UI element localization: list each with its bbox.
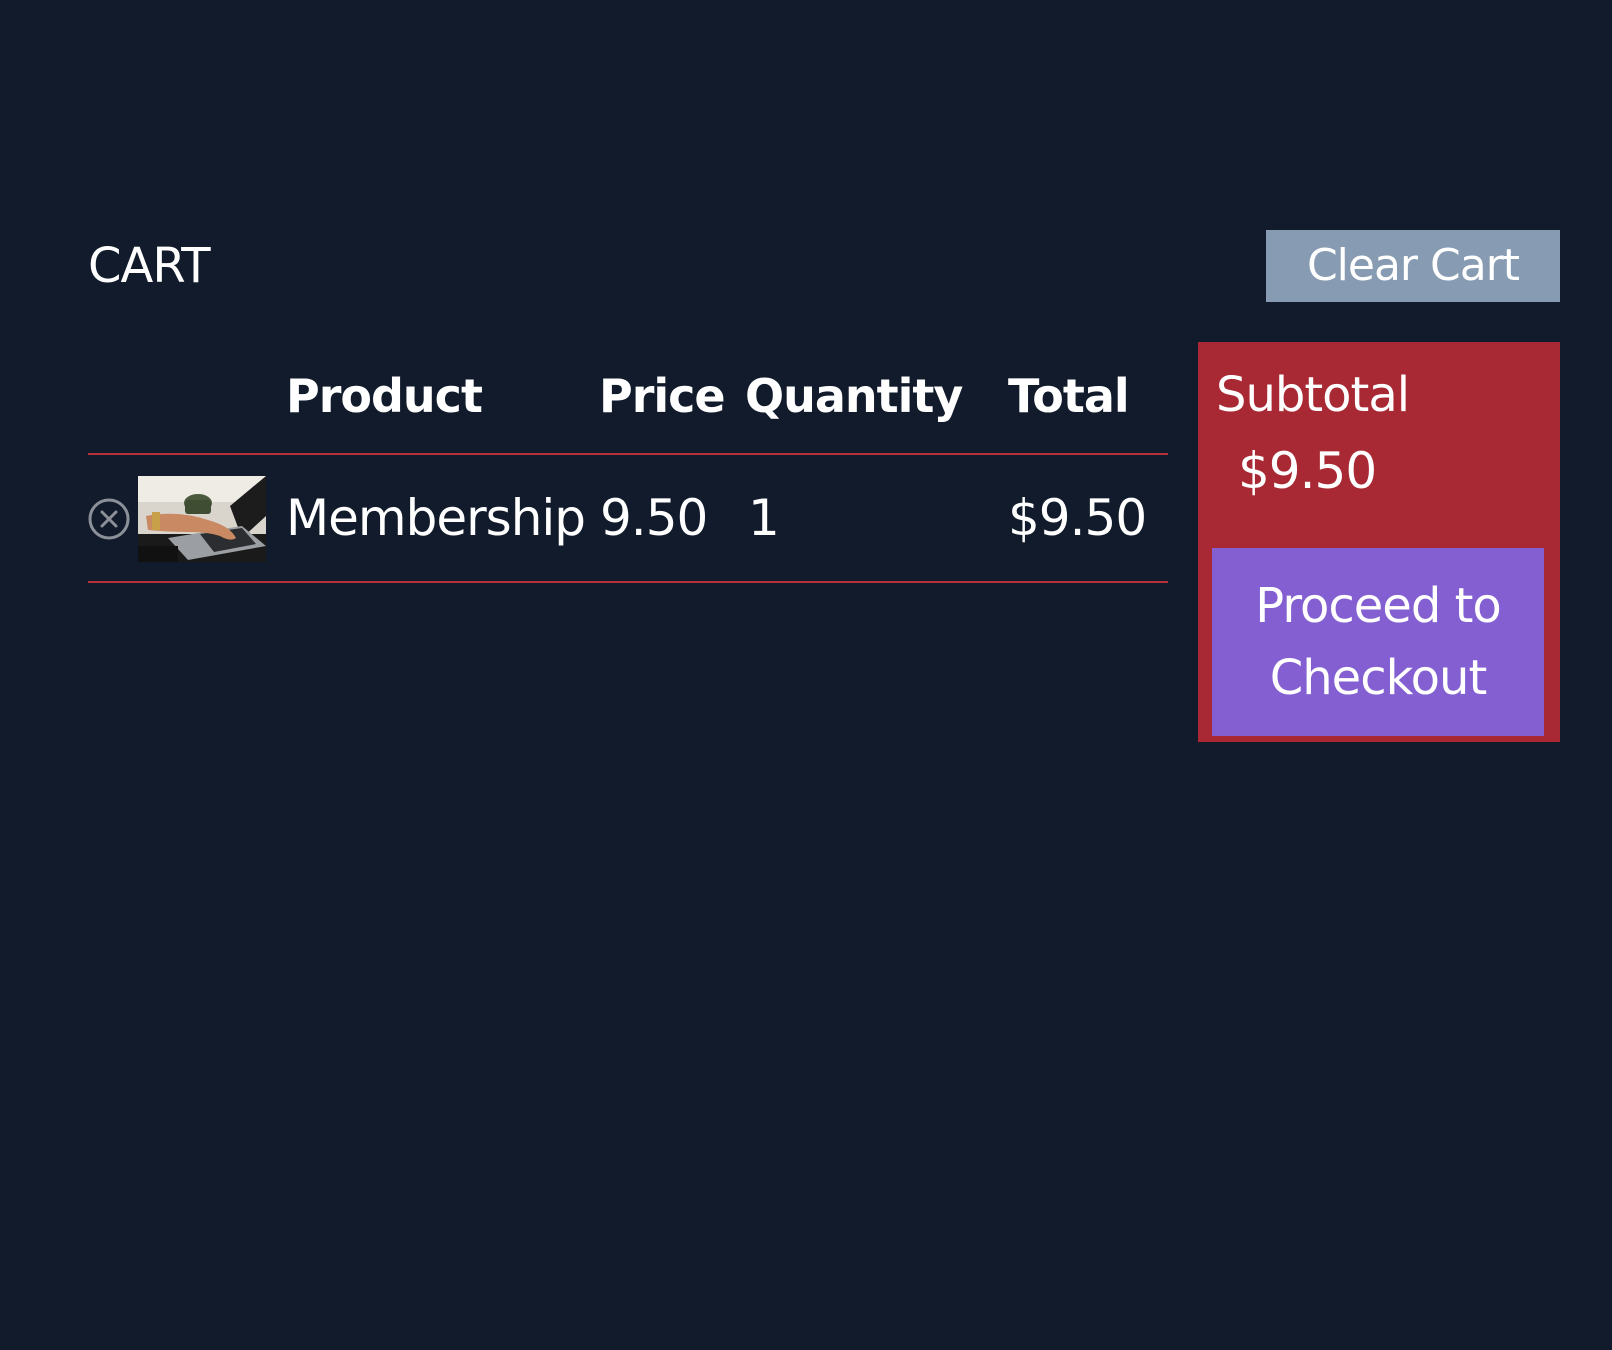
cell-total: $9.50 [1008, 489, 1147, 547]
table-divider-bottom [88, 581, 1168, 583]
circle-x-icon [88, 498, 130, 540]
cart-table: Product Price Quantity Total Membership … [88, 340, 1168, 584]
subtotal-label: Subtotal [1216, 367, 1410, 423]
column-header-product: Product [286, 369, 483, 423]
product-thumbnail[interactable] [138, 476, 266, 562]
cell-product-name[interactable]: Membership [286, 486, 586, 550]
column-header-total: Total [1008, 369, 1130, 423]
column-header-price: Price [599, 369, 726, 423]
page-title: CART [88, 238, 211, 294]
remove-item-button[interactable] [88, 498, 130, 540]
column-header-quantity: Quantity [745, 369, 963, 423]
checkout-button-label: Proceed to Checkout [1255, 578, 1502, 706]
cart-summary-panel: Subtotal $9.50 Proceed to Checkout [1198, 342, 1560, 742]
laptop-typing-photo [138, 476, 266, 562]
proceed-to-checkout-button[interactable]: Proceed to Checkout [1212, 548, 1544, 736]
cell-quantity: 1 [748, 489, 780, 547]
table-divider-top [88, 453, 1168, 455]
subtotal-value: $9.50 [1238, 442, 1377, 500]
cell-price: 9.50 [600, 489, 708, 547]
clear-cart-button[interactable]: Clear Cart [1266, 230, 1560, 302]
